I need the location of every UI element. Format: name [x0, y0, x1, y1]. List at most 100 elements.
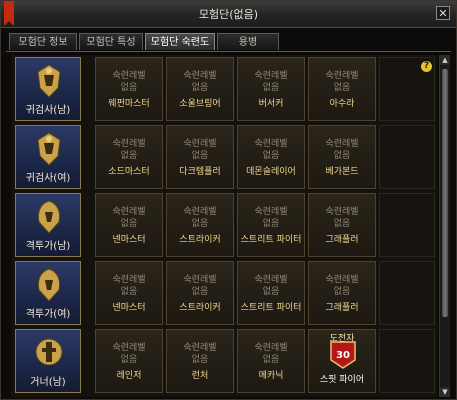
- proficiency-level-label: 숙련레벨: [325, 275, 359, 285]
- class-tile-slayer-female[interactable]: 귀검사(여): [15, 125, 81, 189]
- window-title: 모험단(없음): [198, 8, 259, 21]
- class-row: 격투가(여) 숙련레벨 없음 넨마스터 숙련레벨 없음 스트라이커 숙련레벨 없…: [11, 259, 437, 325]
- subclass-cell[interactable]: 숙련레벨 없음 그래플러: [308, 193, 376, 257]
- subclass-cell[interactable]: 숙련레벨 없음 버서커: [237, 57, 305, 121]
- subclass-cell[interactable]: 숙련레벨 없음 스트라이커: [166, 193, 234, 257]
- class-tile-fighter-female[interactable]: 격투가(여): [15, 261, 81, 325]
- scroll-up-icon[interactable]: ▲: [440, 55, 450, 65]
- subclass-cell[interactable]: 숙련레벨 없음 데몬슬레이어: [237, 125, 305, 189]
- proficiency-status: 없음: [191, 151, 209, 161]
- subclass-cell[interactable]: 숙련레벨 없음 소드마스터: [95, 125, 163, 189]
- class-label: 거너(남): [30, 377, 66, 388]
- subclass-cell[interactable]: 숙련레벨 없음 런처: [166, 329, 234, 393]
- proficiency-status: 없음: [262, 287, 280, 297]
- class-row: 거너(남) 숙련레벨 없음 레인저 숙련레벨 없음 런처 숙련레벨 없음 메카닉…: [11, 327, 437, 393]
- subclass-name: 런처: [191, 371, 209, 381]
- proficiency-level-label: 숙련레벨: [183, 207, 217, 217]
- class-label: 귀검사(남): [25, 105, 71, 116]
- proficiency-level-label: 숙련레벨: [254, 343, 288, 353]
- proficiency-status: 없음: [191, 219, 209, 229]
- proficiency-status: 없음: [333, 219, 351, 229]
- proficiency-status: 없음: [120, 219, 138, 229]
- scroll-thumb[interactable]: [442, 69, 448, 317]
- proficiency-level-label: 숙련레벨: [325, 207, 359, 217]
- vertical-scrollbar[interactable]: ▲ ▼: [439, 55, 450, 397]
- proficiency-level-label: 숙련레벨: [112, 207, 146, 217]
- tab-mercenary[interactable]: 용병: [217, 33, 279, 50]
- subclass-name: 넨마스터: [112, 303, 146, 313]
- subclass-cell[interactable]: 숙련레벨 없음 넨마스터: [95, 193, 163, 257]
- empty-slot: [379, 261, 435, 325]
- proficiency-status: 없음: [120, 83, 138, 93]
- proficiency-status: 없음: [120, 355, 138, 365]
- subclass-cell[interactable]: 숙련레벨 없음 레인저: [95, 329, 163, 393]
- proficiency-level-label: 숙련레벨: [254, 275, 288, 285]
- tab-group-traits[interactable]: 모험단 특성: [79, 33, 143, 50]
- subclass-cell[interactable]: 숙련레벨 없음 베가본드: [308, 125, 376, 189]
- challenger-badge-number: 30: [336, 350, 350, 361]
- subclass-cell[interactable]: 숙련레벨 없음 다크템플러: [166, 125, 234, 189]
- proficiency-level-label: 숙련레벨: [112, 275, 146, 285]
- subclass-name: 버서커: [258, 99, 284, 109]
- class-label: 격투가(여): [25, 309, 71, 320]
- challenger-badge-icon: 30: [330, 341, 356, 369]
- slayer-emblem-icon: [37, 132, 61, 166]
- proficiency-level-label: 숙련레벨: [112, 71, 146, 81]
- subclass-cell[interactable]: 숙련레벨 없음 스트리트 파이터: [237, 261, 305, 325]
- subclass-name: 레인저: [116, 371, 142, 381]
- subclass-name: 스트라이커: [179, 235, 221, 245]
- proficiency-level-label: 숙련레벨: [325, 139, 359, 149]
- proficiency-status: 없음: [262, 151, 280, 161]
- subclass-cell[interactable]: 숙련레벨 없음 웨펀마스터: [95, 57, 163, 121]
- subclass-name: 스트리트 파이터: [240, 235, 302, 245]
- proficiency-grid: 귀검사(남) 숙련레벨 없음 웨펀마스터 숙련레벨 없음 소울브링어 숙련레벨 …: [11, 55, 437, 397]
- fighter-emblem-icon: [37, 200, 61, 234]
- subclass-cell[interactable]: 숙련레벨 없음 소울브링어: [166, 57, 234, 121]
- subclass-cell[interactable]: 숙련레벨 없음 스트라이커: [166, 261, 234, 325]
- class-row: 격투가(남) 숙련레벨 없음 넨마스터 숙련레벨 없음 스트라이커 숙련레벨 없…: [11, 191, 437, 257]
- subclass-name: 스핏 파이어: [319, 375, 365, 385]
- title-bar[interactable]: 모험단(없음) ✕: [1, 1, 456, 28]
- proficiency-status: 없음: [120, 151, 138, 161]
- class-tile-slayer-male[interactable]: 귀검사(남): [15, 57, 81, 121]
- subclass-name: 웨펀마스터: [108, 99, 150, 109]
- proficiency-status: 없음: [120, 287, 138, 297]
- class-row: 귀검사(여) 숙련레벨 없음 소드마스터 숙련레벨 없음 다크템플러 숙련레벨 …: [11, 123, 437, 189]
- subclass-name: 소드마스터: [108, 167, 150, 177]
- help-icon[interactable]: ?: [421, 61, 432, 72]
- proficiency-status: 없음: [262, 219, 280, 229]
- tab-divider: [6, 51, 451, 52]
- empty-slot: [379, 329, 435, 393]
- proficiency-level-label: 숙련레벨: [325, 71, 359, 81]
- subclass-cell[interactable]: 숙련레벨 없음 넨마스터: [95, 261, 163, 325]
- subclass-cell[interactable]: 숙련레벨 없음 그래플러: [308, 261, 376, 325]
- proficiency-status: 없음: [262, 83, 280, 93]
- proficiency-status: 없음: [191, 287, 209, 297]
- subclass-cell[interactable]: 숙련레벨 없음 아수라: [308, 57, 376, 121]
- gunner-emblem-icon: [35, 338, 63, 366]
- subclass-name: 소울브링어: [179, 99, 221, 109]
- class-tile-gunner-male[interactable]: 거너(남): [15, 329, 81, 393]
- close-button[interactable]: ✕: [436, 6, 450, 20]
- proficiency-level-label: 숙련레벨: [254, 207, 288, 217]
- proficiency-status: 없음: [191, 83, 209, 93]
- subclass-cell[interactable]: 숙련레벨 없음 스트리트 파이터: [237, 193, 305, 257]
- subclass-cell[interactable]: 숙련레벨 없음 메카닉: [237, 329, 305, 393]
- proficiency-status: 없음: [333, 151, 351, 161]
- proficiency-level-label: 숙련레벨: [183, 71, 217, 81]
- tab-group-info[interactable]: 모험단 정보: [9, 33, 77, 50]
- subclass-name: 아수라: [329, 99, 355, 109]
- slayer-emblem-icon: [37, 64, 61, 98]
- class-tile-fighter-male[interactable]: 격투가(남): [15, 193, 81, 257]
- tab-group-proficiency[interactable]: 모험단 숙련도: [145, 33, 215, 50]
- subclass-name: 넨마스터: [112, 235, 146, 245]
- empty-slot: [379, 125, 435, 189]
- scroll-down-icon[interactable]: ▼: [440, 387, 450, 397]
- proficiency-level-label: 숙련레벨: [254, 139, 288, 149]
- class-row: 귀검사(남) 숙련레벨 없음 웨펀마스터 숙련레벨 없음 소울브링어 숙련레벨 …: [11, 55, 437, 121]
- fighter-emblem-icon: [37, 268, 61, 302]
- proficiency-status: 없음: [262, 355, 280, 365]
- subclass-cell-challenger[interactable]: 도전자 30 스핏 파이어: [308, 329, 376, 393]
- proficiency-status: 없음: [333, 83, 351, 93]
- subclass-name: 그래플러: [325, 303, 359, 313]
